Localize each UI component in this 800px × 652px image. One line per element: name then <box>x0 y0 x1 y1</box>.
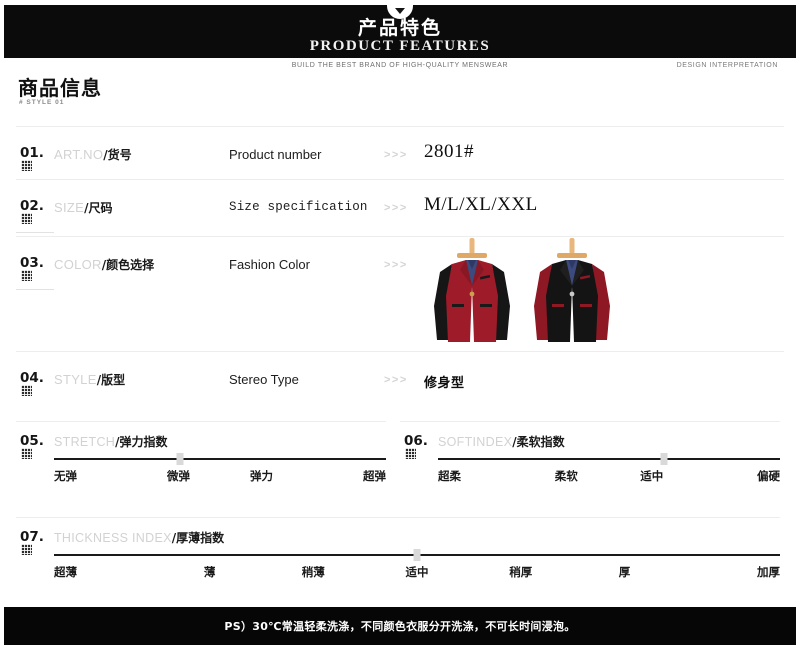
row-number: 01. <box>20 145 44 161</box>
scale-tick-label: 弹力 <box>250 469 273 483</box>
hanger-bar-icon <box>557 253 587 258</box>
design-interpretation-label: DESIGN INTERPRETATION <box>676 62 778 69</box>
fabric-mesh-icon <box>21 544 32 555</box>
care-instructions-footer: PS）30℃常温轻柔洗涤，不同颜色衣服分开洗涤，不可长时间浸泡。 <box>4 607 796 645</box>
row-value: M/L/XL/XXL <box>424 194 538 215</box>
color-variant-red <box>422 236 522 351</box>
scale-divider <box>16 517 780 518</box>
row-label: STYLE/版型 <box>54 371 125 388</box>
banner-title-cn: 产品特色 <box>357 17 442 39</box>
scale-divider <box>400 421 780 422</box>
row-label-en: ART.NO <box>54 147 104 162</box>
arrow-separator-icon: >>> <box>384 149 408 161</box>
row-label-cn: /货号 <box>103 148 132 162</box>
scale-track-wrap: 超柔 柔软 适中 偏硬 <box>438 453 780 484</box>
page-subtitle: # STYLE 01 <box>19 99 65 106</box>
scale-marker[interactable] <box>660 453 668 465</box>
scale-title: THICKNESS INDEX/厚薄指数 <box>54 529 224 546</box>
row-label: SIZE/尺码 <box>54 199 113 216</box>
spec-row-art-no: 01. ART.NO/货号 Product number >>> 2801# <box>16 126 784 180</box>
row-label: ART.NO/货号 <box>54 146 132 163</box>
row-label-en: STYLE <box>54 372 97 387</box>
scale-tick-label: 超柔 <box>438 469 461 483</box>
row-description: Fashion Color <box>229 257 310 272</box>
row-label-en: COLOR <box>54 257 102 272</box>
row-label: COLOR/颜色选择 <box>54 256 154 273</box>
hanger-hook-icon <box>569 238 575 254</box>
scale-tick-label: 稍薄 <box>301 565 325 579</box>
row-description: Product number <box>229 147 322 162</box>
row-number: 02. <box>20 198 44 214</box>
scale-title: SOFTINDEX/柔软指数 <box>438 433 565 450</box>
row-value: 修身型 <box>424 376 465 391</box>
row-number: 03. <box>20 255 44 271</box>
color-variant-images <box>404 236 610 351</box>
scale-tick-label: 微弹 <box>167 469 190 483</box>
row-label-en: SIZE <box>54 200 85 215</box>
scale-tick-label: 加厚 <box>757 565 781 579</box>
page-title: 商品信息 <box>18 76 102 100</box>
hanger-hook-icon <box>469 238 475 254</box>
banner-subline: BUILD THE BEST BRAND OF HIGH-QUALITY MEN… <box>0 62 800 78</box>
row-label-cn: /版型 <box>96 373 126 387</box>
arrow-separator-icon: >>> <box>384 202 408 214</box>
color-variant-black <box>522 236 622 351</box>
row-number: 04. <box>20 370 44 386</box>
fabric-mesh-icon <box>405 448 416 459</box>
fabric-mesh-icon <box>21 448 32 459</box>
row-accent-line <box>16 232 54 233</box>
scale-title-cn: /厚薄指数 <box>171 531 225 545</box>
scale-tick-label: 厚 <box>618 565 631 579</box>
product-features-banner: 产品特色 PRODUCT FEATURES <box>4 5 796 58</box>
scale-tick-label: 适中 <box>405 565 429 579</box>
scale-tick-label: 薄 <box>203 565 216 579</box>
scale-labels: 超柔 柔软 适中 偏硬 <box>438 468 780 484</box>
scale-number: 06. <box>404 433 428 449</box>
scale-title-cn: /柔软指数 <box>512 435 565 449</box>
scale-title-en: THICKNESS INDEX <box>54 531 172 545</box>
scale-labels: 超薄 薄 稍薄 适中 稍厚 厚 加厚 <box>54 564 780 580</box>
spec-row-color: 03. COLOR/颜色选择 Fashion Color >>> <box>16 236 784 351</box>
row-description: Size specification <box>229 200 368 214</box>
row-description: Stereo Type <box>229 372 299 387</box>
arrow-separator-icon: >>> <box>384 374 408 386</box>
spec-row-size: 02. SIZE/尺码 Size specification >>> M/L/X… <box>16 179 784 236</box>
scale-marker[interactable] <box>176 453 184 465</box>
scale-title: STRETCH/弹力指数 <box>54 433 168 450</box>
scale-title-en: STRETCH <box>54 435 116 449</box>
scale-tick-label: 柔软 <box>554 469 578 483</box>
scale-tick-label: 稍厚 <box>509 565 533 579</box>
scale-number: 07. <box>20 529 44 545</box>
scale-tick-label: 超薄 <box>54 565 77 579</box>
fabric-mesh-icon <box>21 160 32 171</box>
care-instructions-text: PS）30℃常温轻柔洗涤，不同颜色衣服分开洗涤，不可长时间浸泡。 <box>224 620 576 633</box>
scale-track[interactable] <box>54 453 386 465</box>
spec-rows: 01. ART.NO/货号 Product number >>> 2801# 0… <box>0 126 800 396</box>
scale-title-cn: /弹力指数 <box>115 435 168 449</box>
scale-title-en: SOFTINDEX <box>438 435 513 449</box>
row-accent-line <box>16 289 54 290</box>
scale-track[interactable] <box>438 453 780 465</box>
scale-tick-label: 适中 <box>640 469 664 483</box>
scale-tick-label: 偏硬 <box>757 469 780 483</box>
fabric-mesh-icon <box>21 385 32 396</box>
hanger-bar-icon <box>457 253 487 258</box>
scale-track[interactable] <box>54 549 780 561</box>
scale-divider <box>16 421 386 422</box>
row-value: 2801# <box>424 141 474 162</box>
banner-title-en: PRODUCT FEATURES <box>309 38 491 54</box>
scale-tick-label: 无弹 <box>54 469 77 483</box>
scale-number: 05. <box>20 433 44 449</box>
scale-labels: 无弹 微弹 弹力 超弹 <box>54 468 386 484</box>
scale-marker[interactable] <box>413 549 421 561</box>
fabric-mesh-icon <box>21 213 32 224</box>
scale-tick-label: 超弹 <box>363 469 386 483</box>
spec-row-style: 04. STYLE/版型 Stereo Type >>> 修身型 <box>16 351 784 396</box>
scale-track-wrap: 超薄 薄 稍薄 适中 稍厚 厚 加厚 <box>54 549 780 580</box>
row-label-cn: /颜色选择 <box>101 258 155 272</box>
fabric-mesh-icon <box>21 270 32 281</box>
row-label-cn: /尺码 <box>84 201 113 215</box>
scale-track-wrap: 无弹 微弹 弹力 超弹 <box>54 453 386 484</box>
